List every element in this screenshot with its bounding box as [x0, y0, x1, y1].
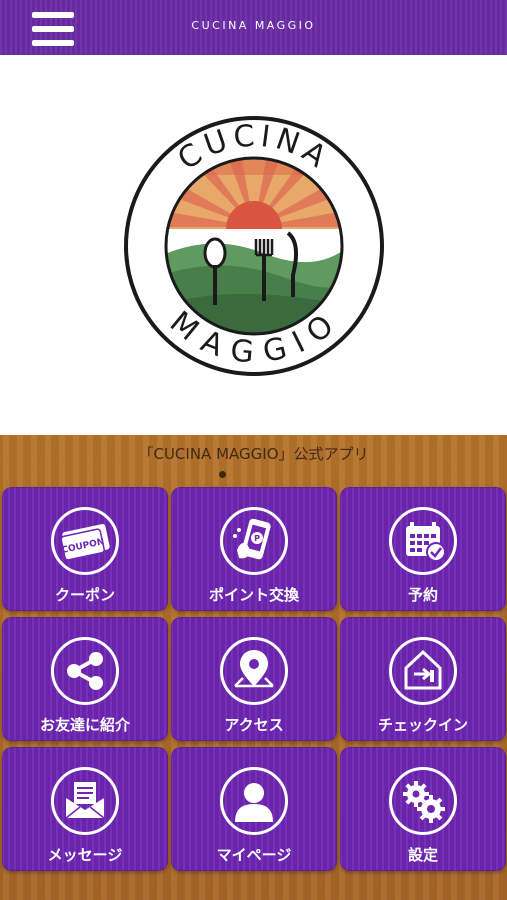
- page-indicator-dot[interactable]: [219, 471, 226, 478]
- menu-tile-refer-friend[interactable]: お友達に紹介: [2, 617, 168, 741]
- restaurant-logo: CUCINA MAGGIO: [124, 116, 384, 376]
- menu-label-point-exchange: ポイント交換: [208, 586, 299, 604]
- menu-label-reservation: 予約: [407, 586, 438, 604]
- menu-tile-checkin[interactable]: チェックイン: [340, 617, 506, 741]
- gear-icon: [389, 767, 457, 835]
- menu-label-access: アクセス: [224, 716, 284, 734]
- app-caption: 「CUCINA MAGGIO」公式アプリ: [138, 445, 369, 463]
- svg-text:P: P: [254, 534, 260, 543]
- menu-tile-message[interactable]: メッセージ: [2, 747, 168, 871]
- app-header: CUCINA MAGGIO: [0, 0, 507, 55]
- menu-tile-mypage[interactable]: マイページ: [171, 747, 337, 871]
- point-exchange-icon: P: [220, 507, 288, 575]
- menu-tile-point-exchange[interactable]: P ポイント交換: [171, 487, 337, 611]
- share-icon: [51, 637, 119, 705]
- map-pin-icon: [220, 637, 288, 705]
- logo-area: CUCINA MAGGIO: [0, 55, 507, 435]
- menu-label-mypage: マイページ: [216, 846, 292, 864]
- menu-tile-reservation[interactable]: 予約: [340, 487, 506, 611]
- checkin-icon: [389, 637, 457, 705]
- menu-label-coupon: クーポン: [54, 586, 115, 604]
- calendar-icon: [389, 507, 457, 575]
- user-icon: [220, 767, 288, 835]
- menu-label-settings: 設定: [407, 846, 438, 864]
- menu-label-refer-friend: お友達に紹介: [39, 716, 130, 734]
- header-title: CUCINA MAGGIO: [191, 19, 316, 32]
- menu-tile-coupon[interactable]: COUPON クーポン: [2, 487, 168, 611]
- menu-label-checkin: チェックイン: [377, 716, 468, 734]
- menu-label-message: メッセージ: [47, 846, 123, 864]
- message-icon: [51, 767, 119, 835]
- menu-tile-settings[interactable]: 設定: [340, 747, 506, 871]
- coupon-icon: COUPON: [51, 507, 119, 575]
- menu-tile-access[interactable]: アクセス: [171, 617, 337, 741]
